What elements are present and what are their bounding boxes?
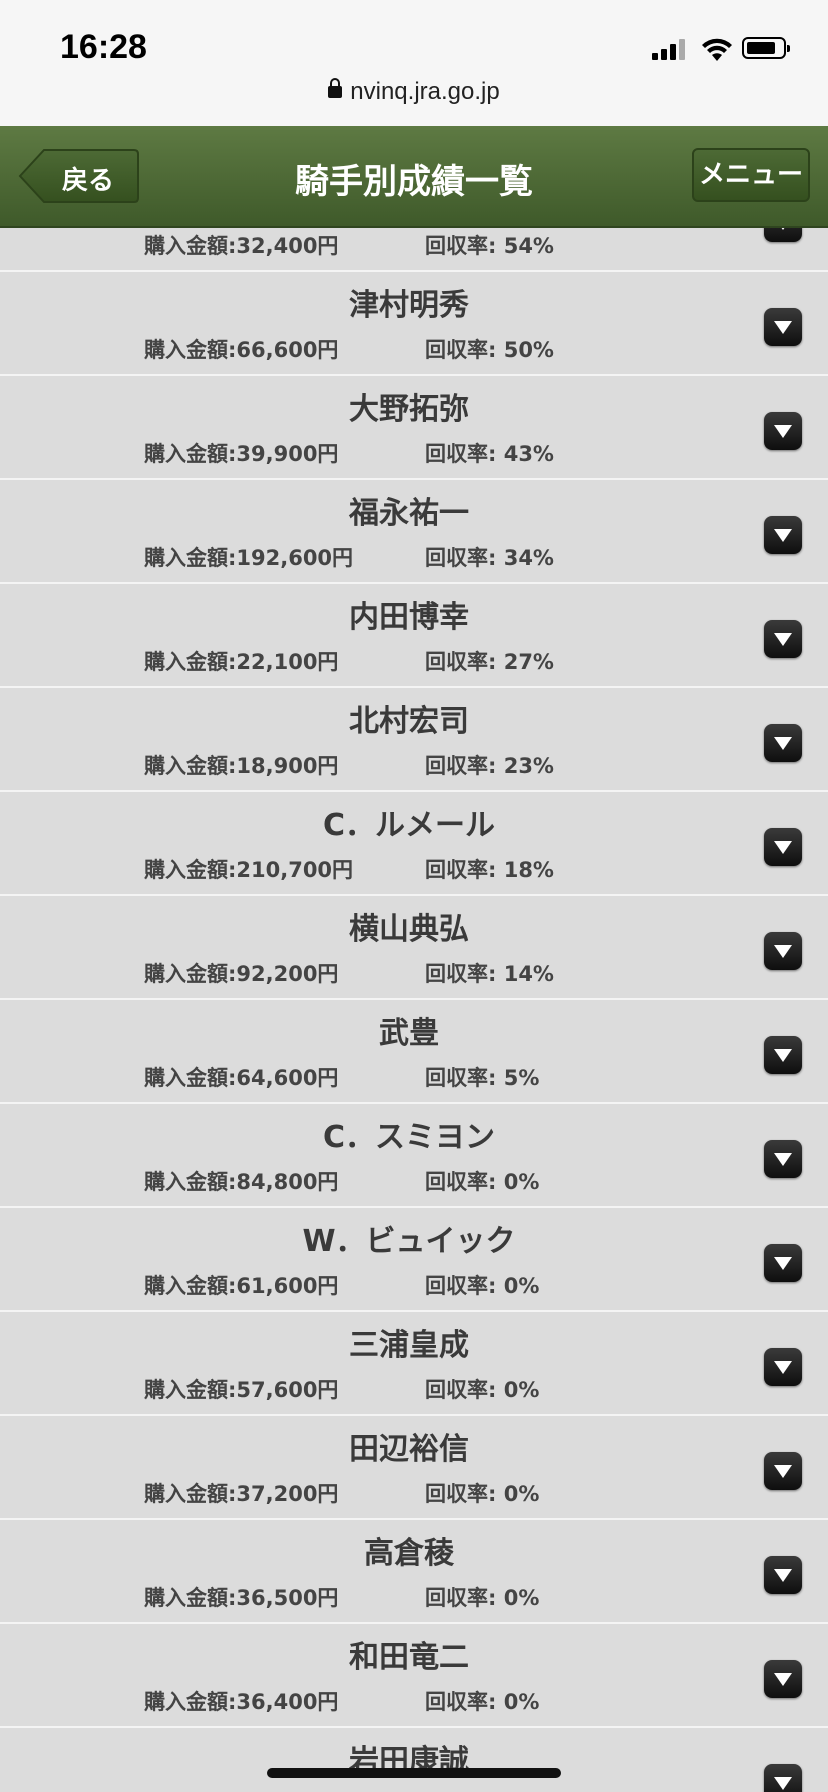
purchase-amount: 購入金額:22,100円	[144, 650, 339, 674]
list-item[interactable]: 津村明秀 購入金額:66,600円 回収率: 50%	[0, 272, 828, 376]
expand-arrow-icon[interactable]	[764, 1660, 802, 1698]
expand-arrow-icon[interactable]	[764, 228, 802, 242]
expand-arrow-icon[interactable]	[764, 620, 802, 658]
jockey-name: 三浦皇成	[349, 1328, 469, 1363]
list-item[interactable]: C．スミヨン 購入金額:84,800円 回収率: 0%	[0, 1104, 828, 1208]
recovery-rate: 回収率: 0%	[425, 1170, 540, 1194]
recovery-rate: 回収率: 23%	[425, 754, 554, 778]
list-item[interactable]: 和田竜二 購入金額:36,400円 回収率: 0%	[0, 1624, 828, 1728]
list-item[interactable]: 田辺裕信 購入金額:37,200円 回収率: 0%	[0, 1416, 828, 1520]
list-item[interactable]: 北村宏司 購入金額:18,900円 回収率: 23%	[0, 688, 828, 792]
purchase-amount: 購入金額:61,600円	[144, 1274, 339, 1298]
list-item[interactable]: C．ルメール 購入金額:210,700円 回収率: 18%	[0, 792, 828, 896]
jockey-name: 内田博幸	[349, 600, 469, 635]
expand-arrow-icon[interactable]	[764, 1556, 802, 1594]
clock: 16:28	[60, 28, 147, 66]
list-item[interactable]: W．ビュイック 購入金額:61,600円 回収率: 0%	[0, 1208, 828, 1312]
recovery-rate: 回収率: 14%	[425, 962, 554, 986]
recovery-rate: 回収率: 0%	[425, 1586, 540, 1610]
recovery-rate: 回収率: 34%	[425, 546, 554, 570]
jockey-name: 津村明秀	[349, 288, 469, 323]
purchase-amount: 購入金額:37,200円	[144, 1482, 339, 1506]
expand-arrow-icon[interactable]	[764, 308, 802, 346]
recovery-rate: 回収率: 50%	[425, 338, 554, 362]
purchase-amount: 購入金額:66,600円	[144, 338, 339, 362]
jockey-name: 大野拓弥	[349, 392, 469, 427]
recovery-rate: 回収率: 54%	[425, 234, 554, 258]
purchase-amount: 購入金額:57,600円	[144, 1378, 339, 1402]
url-text: nvinq.jra.go.jp	[350, 78, 500, 105]
list-item[interactable]: 三浦皇成 購入金額:57,600円 回収率: 0%	[0, 1312, 828, 1416]
purchase-amount: 購入金額:64,600円	[144, 1066, 339, 1090]
list-item[interactable]: 福永祐一 購入金額:192,600円 回収率: 34%	[0, 480, 828, 584]
list-item[interactable]: 武豊 購入金額:64,600円 回収率: 5%	[0, 1000, 828, 1104]
list-item[interactable]: 高倉稜 購入金額:36,500円 回収率: 0%	[0, 1520, 828, 1624]
purchase-amount: 購入金額:32,400円	[144, 234, 339, 258]
purchase-amount: 購入金額:36,500円	[144, 1586, 339, 1610]
list-item[interactable]: 大野拓弥 購入金額:39,900円 回収率: 43%	[0, 376, 828, 480]
recovery-rate: 回収率: 43%	[425, 442, 554, 466]
jockey-name: 高倉稜	[364, 1536, 454, 1571]
jockey-name: W．ビュイック	[302, 1224, 516, 1259]
wifi-icon	[702, 38, 732, 61]
list-item[interactable]: 内田博幸 購入金額:22,100円 回収率: 27%	[0, 584, 828, 688]
purchase-amount: 購入金額:92,200円	[144, 962, 339, 986]
purchase-amount: 購入金額:18,900円	[144, 754, 339, 778]
purchase-amount: 購入金額:36,400円	[144, 1690, 339, 1714]
list-item[interactable]: 購入金額:32,400円 回収率: 54%	[0, 228, 828, 272]
list-item[interactable]: 横山典弘 購入金額:92,200円 回収率: 14%	[0, 896, 828, 1000]
jockey-name: 武豊	[379, 1016, 439, 1051]
list-item[interactable]: 岩田康誠	[0, 1728, 828, 1792]
jockey-list: 購入金額:32,400円 回収率: 54% 津村明秀 購入金額:66,600円 …	[0, 228, 828, 1792]
status-bar: 16:28 nvinq.jra.go.jp	[0, 0, 828, 126]
jockey-name: C．ルメール	[322, 808, 496, 843]
purchase-amount: 購入金額:84,800円	[144, 1170, 339, 1194]
expand-arrow-icon[interactable]	[764, 724, 802, 762]
home-indicator[interactable]	[267, 1768, 561, 1778]
recovery-rate: 回収率: 0%	[425, 1378, 540, 1402]
recovery-rate: 回収率: 0%	[425, 1690, 540, 1714]
expand-arrow-icon[interactable]	[764, 1764, 802, 1792]
expand-arrow-icon[interactable]	[764, 516, 802, 554]
lock-icon	[328, 78, 343, 98]
recovery-rate: 回収率: 0%	[425, 1482, 540, 1506]
jockey-name: 北村宏司	[349, 704, 469, 739]
jockey-name: 田辺裕信	[349, 1432, 469, 1467]
jockey-name: 福永祐一	[349, 496, 469, 531]
expand-arrow-icon[interactable]	[764, 1140, 802, 1178]
expand-arrow-icon[interactable]	[764, 1452, 802, 1490]
jockey-name: 和田竜二	[349, 1640, 469, 1675]
menu-button[interactable]: メニュー	[692, 148, 810, 202]
jockey-name: 横山典弘	[349, 912, 469, 947]
expand-arrow-icon[interactable]	[764, 412, 802, 450]
purchase-amount: 購入金額:192,600円	[144, 546, 354, 570]
expand-arrow-icon[interactable]	[764, 932, 802, 970]
address-bar[interactable]: nvinq.jra.go.jp	[0, 78, 828, 106]
nav-bar: 戻る 騎手別成績一覧 メニュー	[0, 126, 828, 228]
purchase-amount: 購入金額:210,700円	[144, 858, 354, 882]
battery-icon	[742, 37, 790, 59]
jockey-name: C．スミヨン	[322, 1120, 496, 1155]
expand-arrow-icon[interactable]	[764, 1348, 802, 1386]
expand-arrow-icon[interactable]	[764, 828, 802, 866]
recovery-rate: 回収率: 5%	[425, 1066, 540, 1090]
cellular-signal-icon	[652, 38, 688, 60]
expand-arrow-icon[interactable]	[764, 1244, 802, 1282]
recovery-rate: 回収率: 27%	[425, 650, 554, 674]
recovery-rate: 回収率: 0%	[425, 1274, 540, 1298]
recovery-rate: 回収率: 18%	[425, 858, 554, 882]
expand-arrow-icon[interactable]	[764, 1036, 802, 1074]
purchase-amount: 購入金額:39,900円	[144, 442, 339, 466]
